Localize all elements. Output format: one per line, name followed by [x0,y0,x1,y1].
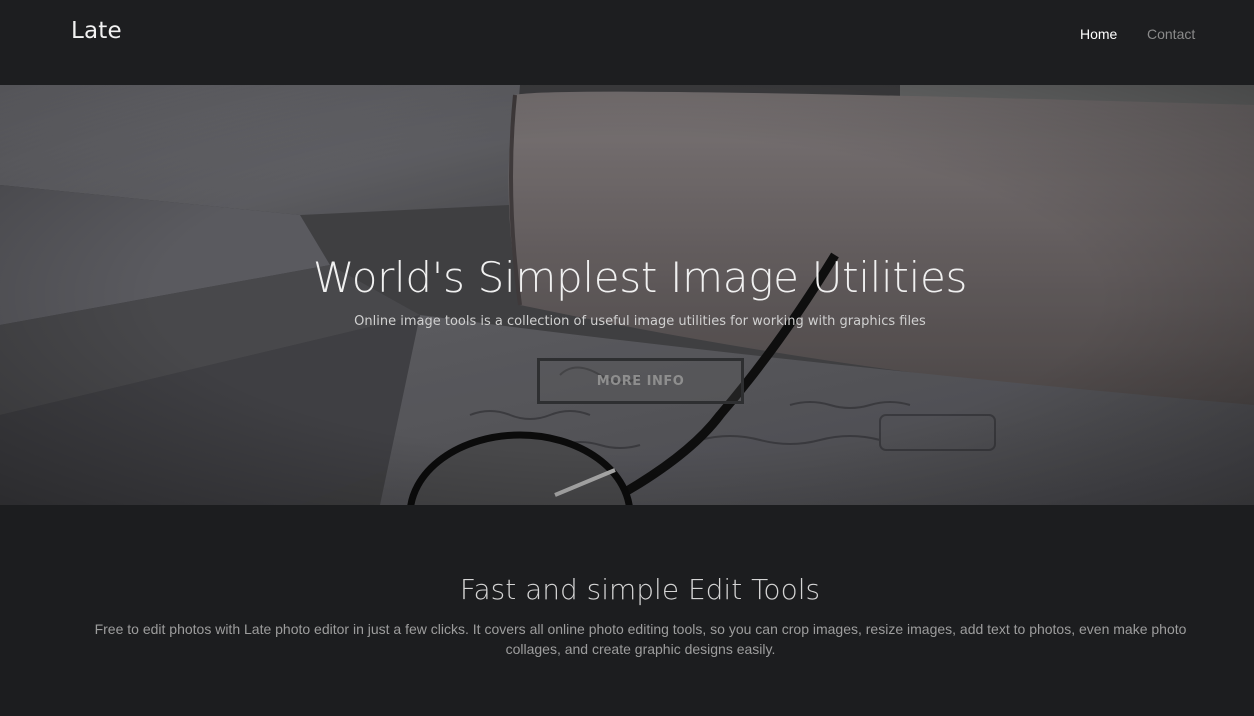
features-description: Free to edit photos with Late photo edit… [94,621,1187,657]
hero-title: World's Simplest Image Utilities [312,253,968,302]
navbar: Late Home Contact [0,0,1254,85]
nav-link-contact[interactable]: Contact [1147,26,1195,42]
hero-section: World's Simplest Image Utilities Online … [0,85,1254,505]
features-section: Fast and simple Edit Tools Free to edit … [0,505,1254,716]
brand-logo[interactable]: Late [71,18,122,44]
more-info-button[interactable]: MORE INFO [537,358,744,404]
hero-subtitle: Online image tools is a collection of us… [354,314,926,329]
nav-link-home[interactable]: Home [1080,26,1117,42]
features-title: Fast and simple Edit Tools [459,573,821,606]
